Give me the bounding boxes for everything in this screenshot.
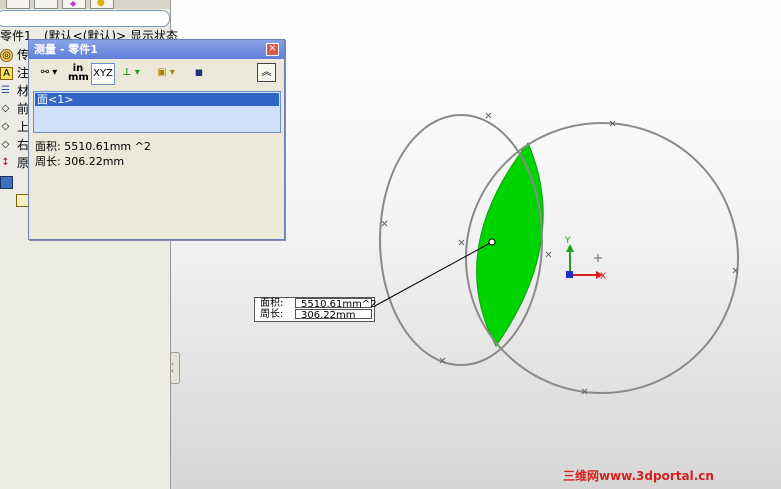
measure-dialog[interactable]: 测量 - 零件1 ✕ ⚯ ▾ in mm XYZ ⊥ ▾ ▣ ▾ ▪ ︽ 面<1…	[28, 39, 285, 240]
double-chevron-up-icon: ︽	[261, 67, 272, 78]
selection-list[interactable]: 面<1>	[33, 91, 281, 133]
perimeter-result: 周长: 306.22mm	[35, 155, 125, 168]
close-icon: ✕	[268, 44, 277, 54]
origin-icon: ↕	[1, 157, 10, 168]
selection-item[interactable]: 面<1>	[35, 93, 279, 106]
plane-icon: ◇	[1, 139, 10, 150]
xyz-label: XYZ	[93, 68, 113, 79]
units-button[interactable]: in mm	[68, 63, 89, 84]
save-button[interactable]: ▪	[190, 63, 208, 83]
projection-icon: ▣ ▾	[157, 67, 175, 78]
chevron-left-icon: ‹ ‹	[171, 360, 174, 375]
arc-circle-icon: ⚯ ▾	[40, 67, 58, 78]
triad-x-label: X	[600, 272, 606, 282]
triad: X Y	[564, 236, 606, 282]
save-icon: ▪	[194, 65, 204, 80]
projection-button[interactable]: ▣ ▾	[150, 63, 182, 83]
plane-icon: ◇	[1, 103, 10, 114]
measure-results: 面积: 5510.61mm ^2 周长: 306.22mm	[35, 139, 151, 169]
filter-input[interactable]	[0, 10, 170, 27]
triad-y-label: Y	[564, 236, 571, 246]
sketch-points	[381, 112, 739, 395]
callout-anchor	[488, 238, 496, 246]
callout-area-value: 5510.61mm^2	[295, 298, 377, 310]
callout-area-label: 面积:	[260, 298, 284, 309]
area-result: 面积: 5510.61mm ^2	[35, 140, 151, 153]
coordinate-system-button[interactable]: ⊥ ▾	[117, 63, 145, 83]
units-mm-label: mm	[68, 72, 89, 83]
sketch-feature-icon	[0, 176, 13, 189]
sphere-icon: ●	[97, 0, 105, 8]
annotation-icon: A	[0, 67, 13, 80]
measure-toolbar: ⚯ ▾ in mm XYZ ⊥ ▾ ▣ ▾ ▪ ︽	[30, 60, 282, 86]
diamond-icon: ◆	[70, 0, 77, 8]
xyz-measure-button[interactable]: XYZ	[91, 63, 115, 85]
sensor-icon: ◎	[0, 49, 13, 62]
tab-property-manager[interactable]	[34, 0, 58, 9]
watermark: 三维网www.3dportal.cn	[563, 469, 714, 483]
callout-perimeter-label: 周长:	[260, 309, 284, 320]
close-button[interactable]: ✕	[266, 43, 279, 56]
callout-leader	[372, 241, 493, 308]
callout-perimeter-value: 306.22mm	[295, 309, 372, 321]
panel-collapse-handle[interactable]: ‹ ‹	[170, 352, 180, 384]
dialog-title-bar[interactable]: 测量 - 零件1 ✕	[29, 40, 284, 59]
dialog-title: 测量 - 零件1	[34, 43, 98, 56]
panel-tabs: ◆ ●	[0, 0, 170, 9]
coordinate-axes-icon: ⊥ ▾	[122, 67, 140, 78]
collapse-dialog-button[interactable]: ︽	[257, 63, 276, 82]
tab-feature-manager[interactable]	[6, 0, 30, 9]
measure-callout[interactable]: 面积: 5510.61mm^2 周长: 306.22mm	[254, 297, 377, 322]
arc-options-button[interactable]: ⚯ ▾	[34, 63, 64, 83]
plane-icon: ◇	[1, 121, 10, 132]
material-icon: ☰	[1, 85, 10, 96]
tab-configuration-manager[interactable]: ◆	[62, 0, 86, 9]
tab-display-manager[interactable]: ●	[90, 0, 114, 9]
tree-root-label: 零件1	[0, 29, 32, 43]
